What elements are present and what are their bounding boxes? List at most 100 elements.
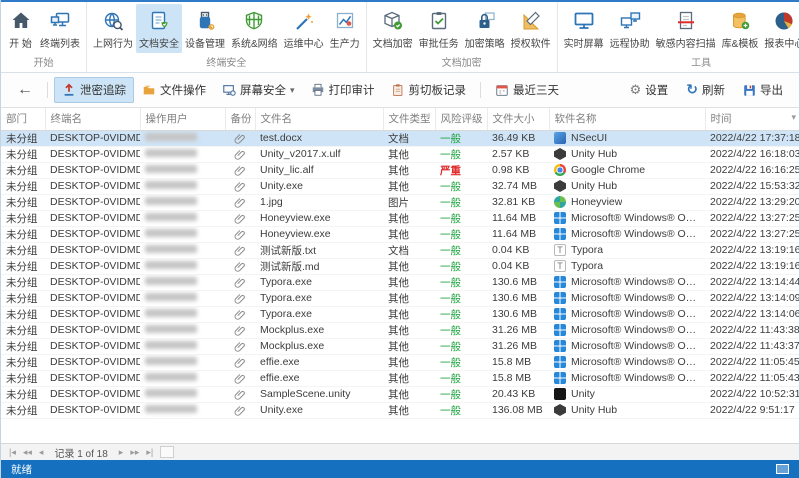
cell-backup[interactable] <box>225 194 255 211</box>
ribbon-item-system-network[interactable]: 系统&网络 <box>228 4 281 53</box>
ribbon-item-realtime-screen[interactable]: 实时屏幕 <box>561 4 607 53</box>
cell-backup[interactable] <box>225 274 255 291</box>
column-header-time[interactable]: ▾ 时间 <box>705 108 799 131</box>
cell-backup[interactable] <box>225 386 255 403</box>
cell-backup[interactable] <box>225 338 255 355</box>
ribbon-group-label: 文档加密 <box>441 58 482 69</box>
cell-department: 未分组 <box>1 226 45 243</box>
prev-record-button[interactable]: ◂ <box>39 447 44 457</box>
cell-software: Microsoft® Windows® Oper... <box>549 322 705 339</box>
cell-backup[interactable] <box>225 402 255 419</box>
cell-backup[interactable] <box>225 210 255 227</box>
column-header-risk[interactable]: 风险评级 <box>435 108 488 131</box>
ribbon-item-label: 报表中心 <box>764 39 799 50</box>
column-header-terminal[interactable]: 终端名 <box>45 108 141 131</box>
cell-backup[interactable] <box>225 130 255 147</box>
table-row[interactable]: 未分组 DESKTOP-0VIDMDJ Unity.exe 其他 一般 136.… <box>1 402 799 419</box>
cell-backup[interactable] <box>225 290 255 307</box>
screen-security-button[interactable]: 屏幕安全 ▾ <box>214 77 303 103</box>
ribbon-item-terminal-list[interactable]: 终端列表 <box>37 4 83 53</box>
column-header-operator[interactable]: 操作用户 <box>140 108 226 131</box>
next-page-button[interactable]: ▸▸ <box>130 447 139 457</box>
ribbon-item-start[interactable]: 开 始 <box>4 4 37 53</box>
refresh-button[interactable]: ↻ 刷新 <box>678 77 733 103</box>
table-row[interactable]: 未分组 DESKTOP-0VIDMDJ Unity.exe 其他 一般 32.7… <box>1 178 799 195</box>
filter-caret-icon[interactable]: ▾ <box>791 112 796 123</box>
ribbon-item-authorized-software[interactable]: 授权软件 <box>508 4 554 53</box>
table-row[interactable]: 未分组 DESKTOP-0VIDMDJ test.docx 文档 一般 36.4… <box>1 130 799 147</box>
ribbon-item-approval-task[interactable]: 审批任务 <box>416 4 462 53</box>
ribbon-item-sensitive-scan[interactable]: 敏感内容扫描 <box>653 4 719 53</box>
ribbon-item-library-template[interactable]: 库&模板 <box>719 4 762 53</box>
resize-grip-icon[interactable] <box>776 464 789 474</box>
cell-backup[interactable] <box>225 306 255 323</box>
app-name: Microsoft® Windows® Oper... <box>571 276 700 288</box>
cell-backup[interactable] <box>225 258 255 275</box>
table-row[interactable]: 未分组 DESKTOP-0VIDMDJ Unity_lic.alf 其他 严重 … <box>1 162 799 179</box>
table-row[interactable]: 未分组 DESKTOP-0VIDMDJ Typora.exe 其他 一般 130… <box>1 290 799 307</box>
ribbon-item-document-encrypt[interactable]: 文档加密 <box>370 4 416 53</box>
settings-button[interactable]: ⚙ 设置 <box>622 77 677 103</box>
cell-backup[interactable] <box>225 370 255 387</box>
print-audit-button[interactable]: 打印审计 <box>303 77 383 103</box>
table-row[interactable]: 未分组 DESKTOP-0VIDMDJ Typora.exe 其他 一般 130… <box>1 306 799 323</box>
next-record-button[interactable]: ▸ <box>119 447 124 457</box>
cell-risk: 一般 <box>435 306 487 323</box>
file-operations-button[interactable]: 文件操作 <box>134 77 214 103</box>
cell-backup[interactable] <box>225 178 255 195</box>
export-button[interactable]: 导出 <box>735 77 791 103</box>
column-header-filesize[interactable]: 文件大小 <box>487 108 550 131</box>
ribbon-item-report-center[interactable]: 报表中心 <box>761 4 799 53</box>
cell-backup[interactable] <box>225 162 255 179</box>
leak-trace-button[interactable]: 泄密追踪 <box>54 77 134 103</box>
ribbon-item-encrypt-policy[interactable]: 加密策略 <box>462 4 508 53</box>
column-header-backup[interactable]: 备份 <box>225 108 256 131</box>
table-row[interactable]: 未分组 DESKTOP-0VIDMDJ Unity_v2017.x.ulf 其他… <box>1 146 799 163</box>
cell-backup[interactable] <box>225 226 255 243</box>
operator-user-redacted <box>145 245 197 253</box>
prev-page-button[interactable]: ◂◂ <box>23 447 32 457</box>
recent-three-days-button[interactable]: 最近三天 <box>487 77 567 103</box>
cell-operator <box>140 402 225 419</box>
first-record-button[interactable]: |◂ <box>9 447 16 457</box>
record-count-text: 记录 1 of 18 <box>54 448 108 460</box>
cell-time: 2022/4/22 13:27:25 <box>705 210 799 227</box>
table-row[interactable]: 未分组 DESKTOP-0VIDMDJ 测试新版.txt 文档 一般 0.04 … <box>1 242 799 259</box>
clipboard-record-button[interactable]: 剪切板记录 <box>383 77 475 103</box>
table-row[interactable]: 未分组 DESKTOP-0VIDMDJ effie.exe 其他 一般 15.8… <box>1 354 799 371</box>
ribbon-item-productivity[interactable]: 生产力 <box>327 4 363 53</box>
cell-backup[interactable] <box>225 242 255 259</box>
cell-terminal: DESKTOP-0VIDMDJ <box>45 306 140 323</box>
table-row[interactable]: 未分组 DESKTOP-0VIDMDJ effie.exe 其他 一般 15.8… <box>1 370 799 387</box>
cell-backup[interactable] <box>225 146 255 163</box>
ribbon-item-device-management[interactable]: 设备管理 <box>182 4 228 53</box>
ribbon-item-remote-assist[interactable]: 远程协助 <box>607 4 653 53</box>
ribbon-item-internet-behavior[interactable]: 上网行为 <box>90 4 136 53</box>
table-row[interactable]: 未分组 DESKTOP-0VIDMDJ Mockplus.exe 其他 一般 3… <box>1 322 799 339</box>
button-label: 屏幕安全 <box>240 85 286 97</box>
ribbon-item-ops-center[interactable]: 运维中心 <box>281 4 327 53</box>
table-row[interactable]: 未分组 DESKTOP-0VIDMDJ SampleScene.unity 其他… <box>1 386 799 403</box>
paperclip-icon <box>234 357 245 368</box>
cell-risk: 一般 <box>435 370 487 387</box>
column-header-filename[interactable]: 文件名 <box>255 108 384 131</box>
last-record-button[interactable]: ▸| <box>146 447 153 457</box>
table-row[interactable]: 未分组 DESKTOP-0VIDMDJ Honeyview.exe 其他 一般 … <box>1 210 799 227</box>
column-header-department[interactable]: 部门 <box>1 108 46 131</box>
cell-software: Microsoft® Windows® Oper... <box>549 354 705 371</box>
cell-backup[interactable] <box>225 354 255 371</box>
cell-backup[interactable] <box>225 322 255 339</box>
back-button[interactable]: ← <box>9 79 41 101</box>
column-header-filetype[interactable]: 文件类型 <box>383 108 436 131</box>
table-row[interactable]: 未分组 DESKTOP-0VIDMDJ Mockplus.exe 其他 一般 3… <box>1 338 799 355</box>
ribbon-group-terminal-security: 上网行为 文档安全 设备管理 系统&网络 运维中心 生产力 终端安全 <box>87 2 367 72</box>
navigator-extra-button[interactable] <box>160 446 175 458</box>
ribbon-item-document-security[interactable]: 文档安全 <box>136 4 182 53</box>
table-row[interactable]: 未分组 DESKTOP-0VIDMDJ 测试新版.md 其他 一般 0.04 K… <box>1 258 799 275</box>
table-row[interactable]: 未分组 DESKTOP-0VIDMDJ 1.jpg 图片 一般 32.81 KB… <box>1 194 799 211</box>
table-row[interactable]: 未分组 DESKTOP-0VIDMDJ Typora.exe 其他 一般 130… <box>1 274 799 291</box>
column-header-software[interactable]: 软件名称 <box>549 108 706 131</box>
cell-department: 未分组 <box>1 178 45 195</box>
cell-filesize: 130.6 MB <box>487 290 549 307</box>
table-row[interactable]: 未分组 DESKTOP-0VIDMDJ Honeyview.exe 其他 一般 … <box>1 226 799 243</box>
